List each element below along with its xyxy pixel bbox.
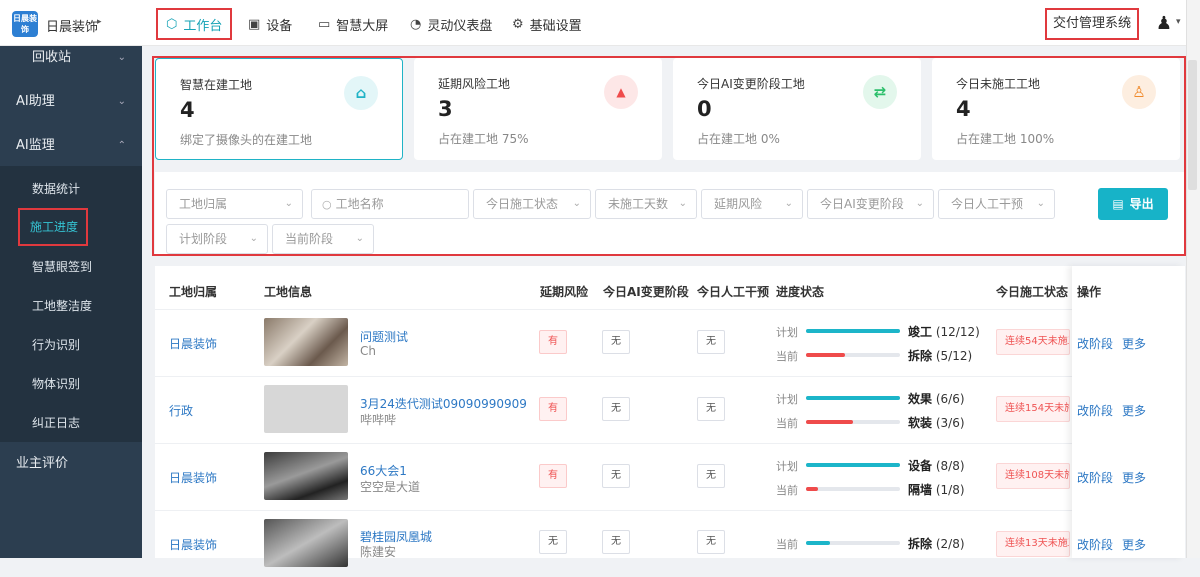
chevron-down-icon: ⌄ — [117, 96, 126, 107]
current-stage: 软装 (3/6) — [908, 416, 965, 430]
org-switcher[interactable]: 日晨装饰 — [46, 16, 98, 35]
ai-stage-tag: 无 — [602, 330, 630, 354]
brand-logo: 日晨装饰 — [12, 11, 38, 37]
plan-progress-bar — [806, 463, 900, 467]
header-manual: 今日人工干预 — [697, 285, 770, 299]
sidebar-item-recycle-bin[interactable]: 回收站 ⌄ — [0, 38, 142, 78]
header-today-status[interactable]: 今日施工状态 ⇕ — [996, 283, 1082, 300]
chevron-up-icon: ⌃ — [117, 140, 126, 151]
site-manager: 哔哔哔 — [360, 413, 397, 427]
site-manager: 陈建安 — [360, 545, 397, 559]
risk-tag: 有 — [539, 464, 567, 488]
nav-workbench[interactable]: ⬡ 工作台 — [156, 8, 233, 40]
header-info: 工地信息 — [264, 285, 313, 299]
status-badge: 连续154天未施工 — [996, 396, 1070, 422]
ai-stage-tag: 无 — [602, 397, 630, 421]
sidebar-item-face-checkin[interactable]: 智慧眼签到 — [32, 258, 92, 275]
sidebar-item-object[interactable]: 物体识别 — [32, 375, 80, 392]
sidebar-item-cleanliness[interactable]: 工地整洁度 — [32, 297, 92, 314]
chevron-down-icon: ⌄ — [1123, 15, 1133, 28]
site-name-link[interactable]: 66大会1 — [360, 462, 407, 479]
site-name-link[interactable]: 问题测试 — [360, 328, 408, 345]
sidebar-item-ai-assistant[interactable]: AI助理 ⌄ — [0, 82, 142, 122]
plan-stage: 设备 (8/8) — [908, 459, 965, 473]
sidebar-item-ai-supervision[interactable]: AI监理 ⌃ — [0, 126, 142, 166]
sidebar-item-progress[interactable]: 施工进度 — [18, 208, 88, 246]
stats-highlight — [152, 56, 1186, 256]
dashboard-icon: ◔ — [410, 16, 422, 32]
nav-basic-settings[interactable]: ⚙ 基础设置 — [512, 8, 582, 40]
chevron-down-icon: ⌄ — [117, 52, 126, 63]
ai-stage-tag: 无 — [602, 464, 630, 488]
more-link[interactable]: 更多 — [1122, 402, 1146, 419]
system-selector[interactable]: 交付管理系统 ⌄ — [1045, 8, 1139, 40]
site-camera-thumbnail[interactable] — [264, 452, 348, 500]
change-stage-link[interactable]: 改阶段 — [1077, 402, 1113, 419]
current-progress-bar — [806, 353, 900, 357]
row-org[interactable]: 日晨装饰 — [169, 536, 217, 553]
cube-icon: ⬡ — [166, 16, 178, 32]
risk-tag: 有 — [539, 397, 567, 421]
manual-tag: 无 — [697, 397, 725, 421]
caret-right-icon[interactable]: ▸ — [97, 17, 102, 27]
sidebar-item-correction-log[interactable]: 纠正日志 — [32, 414, 80, 431]
manual-tag: 无 — [697, 330, 725, 354]
ai-stage-tag: 无 — [602, 530, 630, 554]
current-progress-bar — [806, 541, 900, 545]
site-camera-thumbnail[interactable] — [264, 385, 348, 433]
more-link[interactable]: 更多 — [1122, 536, 1146, 553]
site-name-link[interactable]: 3月24迭代测试09090990909 — [360, 395, 527, 412]
plan-stage: 效果 (6/6) — [908, 392, 965, 406]
risk-tag: 无 — [539, 530, 567, 554]
row-org[interactable]: 行政 — [169, 402, 193, 419]
current-stage: 隔墙 (1/8) — [908, 483, 965, 497]
sidebar-item-data-stats[interactable]: 数据统计 — [32, 180, 80, 197]
change-stage-link[interactable]: 改阶段 — [1077, 469, 1113, 486]
header-ops: 操作 — [1077, 285, 1102, 299]
more-link[interactable]: 更多 — [1122, 469, 1146, 486]
gear-icon: ⚙ — [512, 16, 524, 32]
more-link[interactable]: 更多 — [1122, 335, 1146, 352]
plan-progress-bar — [806, 329, 900, 333]
current-progress-bar — [806, 420, 900, 424]
risk-tag: 有 — [539, 330, 567, 354]
site-manager: Ch — [360, 344, 376, 358]
caret-down-icon[interactable]: ▾ — [1176, 17, 1181, 27]
manual-tag: 无 — [697, 464, 725, 488]
current-progress-bar — [806, 487, 900, 491]
manual-tag: 无 — [697, 530, 725, 554]
change-stage-link[interactable]: 改阶段 — [1077, 536, 1113, 553]
header-ai-stage: 今日AI变更阶段 — [603, 285, 689, 299]
status-badge: 连续13天未施工 — [996, 531, 1070, 557]
scrollbar-thumb[interactable] — [1188, 60, 1197, 190]
device-icon: ▣ — [248, 16, 261, 32]
site-manager: 空空是大道 — [360, 480, 421, 494]
nav-devices[interactable]: ▣ 设备 — [248, 8, 292, 40]
monitor-icon: ▭ — [318, 16, 331, 32]
row-org[interactable]: 日晨装饰 — [169, 469, 217, 486]
plan-stage: 竣工 (12/12) — [908, 325, 980, 339]
avatar[interactable]: ♟ — [1153, 12, 1175, 36]
status-badge: 连续54天未施工 — [996, 329, 1070, 355]
top-navbar: 日晨装饰 日晨装饰 ▸ ⬡ 工作台 ▣ 设备 ▭ 智慧大屏 ◔ 灵动仪表盘 ⚙ … — [0, 0, 1186, 46]
sidebar-item-owner-review[interactable]: 业主评价 — [0, 444, 142, 484]
site-camera-thumbnail[interactable] — [264, 519, 348, 567]
current-stage: 拆除 (5/12) — [908, 349, 973, 363]
row-org[interactable]: 日晨装饰 — [169, 335, 217, 352]
status-badge: 连续108天未施工 — [996, 463, 1070, 489]
site-camera-thumbnail[interactable] — [264, 318, 348, 366]
sidebar: 回收站 ⌄ AI助理 ⌄ AI监理 ⌃ 数据统计 智慧眼签到 工地整洁度 行为识… — [0, 46, 142, 558]
nav-smart-screen[interactable]: ▭ 智慧大屏 — [318, 8, 388, 40]
header-progress: 进度状态 — [776, 285, 825, 299]
header-risk: 延期风险 — [540, 285, 589, 299]
sidebar-item-behavior[interactable]: 行为识别 — [32, 336, 80, 353]
change-stage-link[interactable]: 改阶段 — [1077, 335, 1113, 352]
current-stage: 拆除 (2/8) — [908, 537, 965, 551]
header-org: 工地归属 — [169, 285, 218, 299]
plan-progress-bar — [806, 396, 900, 400]
nav-dashboard[interactable]: ◔ 灵动仪表盘 — [410, 8, 492, 40]
